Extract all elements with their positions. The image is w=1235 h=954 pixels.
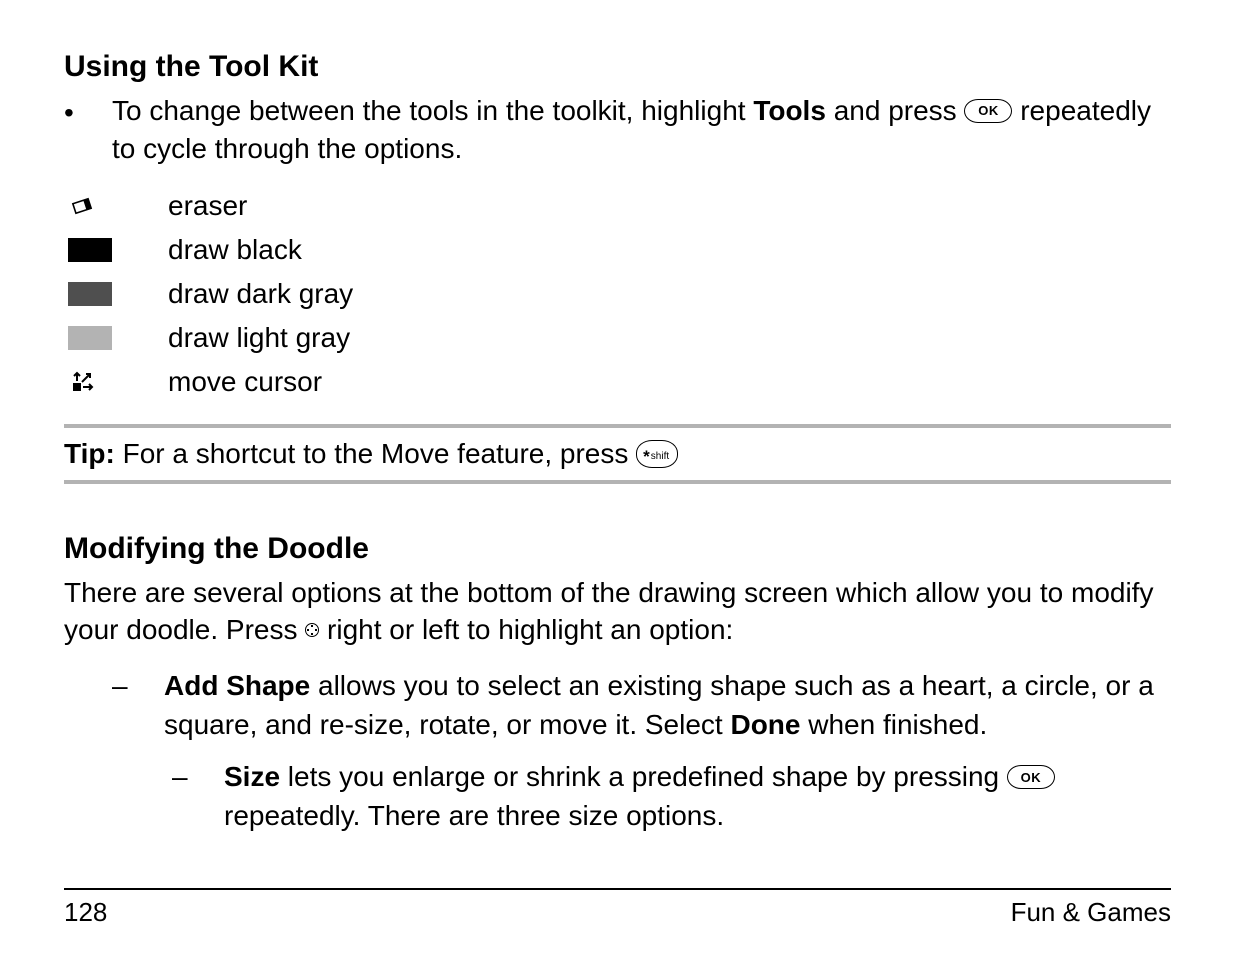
size-label: Size bbox=[224, 761, 280, 792]
bullet-glyph: • bbox=[64, 92, 112, 132]
dash-glyph: – bbox=[172, 758, 224, 797]
list-item-addshape: – Add Shape allows you to select an exis… bbox=[64, 667, 1171, 744]
lightgray-swatch-icon bbox=[64, 326, 168, 350]
tool-row-dgray: draw dark gray bbox=[64, 272, 1171, 316]
done-label: Done bbox=[730, 709, 800, 740]
toolkit-bullet: • To change between the tools in the too… bbox=[64, 92, 1171, 168]
toolkit-bullet-text: To change between the tools in the toolk… bbox=[112, 92, 1171, 168]
heading-toolkit: Using the Tool Kit bbox=[64, 50, 1171, 84]
ok-button-icon: OK bbox=[1007, 765, 1055, 789]
text: To change between the tools in the toolk… bbox=[112, 95, 753, 126]
dash-glyph: – bbox=[112, 667, 164, 706]
tools-bold: Tools bbox=[753, 95, 826, 126]
black-swatch-icon bbox=[64, 238, 168, 262]
modifying-intro: There are several options at the bottom … bbox=[64, 574, 1171, 650]
tool-row-move: move cursor bbox=[64, 360, 1171, 404]
tool-label: draw light gray bbox=[168, 322, 350, 354]
tool-label: draw black bbox=[168, 234, 302, 266]
text: allows you to select an existing shape s… bbox=[164, 670, 1154, 740]
eraser-icon bbox=[64, 192, 168, 220]
manual-page: Using the Tool Kit • To change between t… bbox=[0, 0, 1235, 954]
ok-button-icon: OK bbox=[964, 99, 1012, 123]
move-cursor-icon bbox=[64, 368, 168, 396]
tool-label: eraser bbox=[168, 190, 247, 222]
tool-label: move cursor bbox=[168, 366, 322, 398]
addshape-label: Add Shape bbox=[164, 670, 310, 701]
darkgray-swatch-icon bbox=[64, 282, 168, 306]
addshape-text: Add Shape allows you to select an existi… bbox=[164, 667, 1171, 744]
tip-box: Tip: For a shortcut to the Move feature,… bbox=[64, 424, 1171, 484]
footer-section: Fun & Games bbox=[1011, 897, 1171, 928]
text: when finished. bbox=[800, 709, 987, 740]
text: and press bbox=[826, 95, 965, 126]
footer-rule bbox=[64, 888, 1171, 890]
tool-table: eraser draw black draw dark gray draw li… bbox=[64, 184, 1171, 404]
list-item-size: – Size lets you enlarge or shrink a pred… bbox=[64, 758, 1171, 835]
tool-row-black: draw black bbox=[64, 228, 1171, 272]
size-text: Size lets you enlarge or shrink a predef… bbox=[224, 758, 1171, 835]
tool-row-lgray: draw light gray bbox=[64, 316, 1171, 360]
text: right or left to highlight an option: bbox=[319, 614, 733, 645]
text: repeatedly. There are three size options… bbox=[224, 800, 724, 831]
shift-text: shift bbox=[651, 452, 669, 462]
tip-label: Tip: bbox=[64, 438, 115, 469]
nav-circle-icon bbox=[305, 623, 319, 637]
tool-row-eraser: eraser bbox=[64, 184, 1171, 228]
star-icon: * bbox=[643, 448, 650, 465]
page-footer: 128 Fun & Games bbox=[64, 897, 1171, 928]
tool-label: draw dark gray bbox=[168, 278, 353, 310]
heading-modifying: Modifying the Doodle bbox=[64, 532, 1171, 566]
page-number: 128 bbox=[64, 897, 107, 928]
tip-text: For a shortcut to the Move feature, pres… bbox=[115, 438, 636, 469]
shift-button-icon: *shift bbox=[636, 440, 678, 468]
text: lets you enlarge or shrink a predefined … bbox=[280, 761, 1007, 792]
